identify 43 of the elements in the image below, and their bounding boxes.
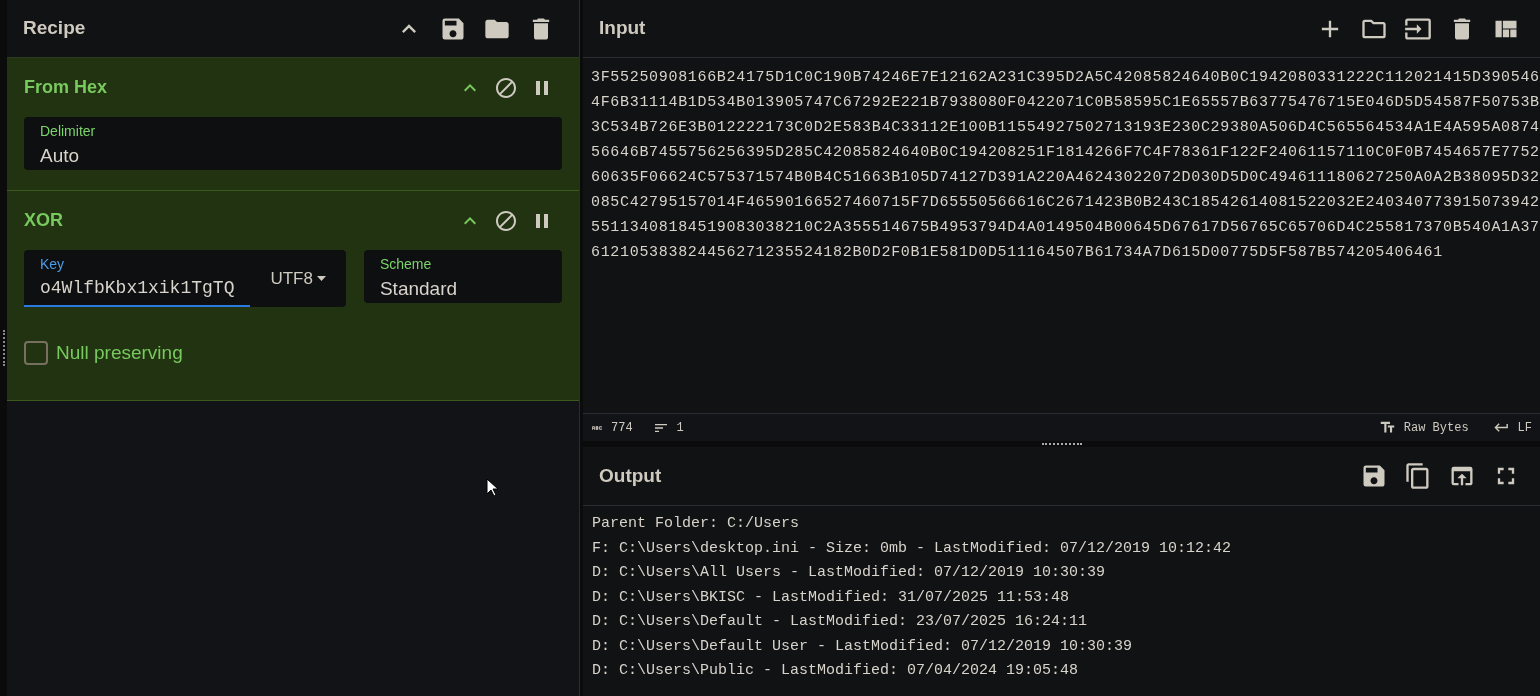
resize-handle[interactable] [2,330,5,366]
input-text-line: 56646B7455756256395D285C42085824640B0C194208251F1814266F7C4F78361F122F24061157110C0F0B7454657E7752 [591,143,1540,163]
operation-title: From Hex [24,76,109,99]
checkbox-label: Null preserving [56,341,183,365]
input-text-line: 3F55250908166B24175D1C0C190B74246E7E12162A231C395D2A5C42085824640B0C1942080331222C112021415D390546 [591,68,1540,88]
mouse-pointer-icon [486,478,498,497]
output-text-line: Parent Folder: C:/Users [592,514,800,534]
text-field[interactable]: Scheme Standard [363,250,562,303]
text-field[interactable]: Delimiter Auto [24,117,562,170]
input-text-line: 60635F06624C575371574B0B4C51663B105D74127D391A220A46243022072D030D5D0C494611180627250A0A2B38095D32 [591,168,1540,188]
input-text-line: 3C534B726E3B012222173C0D2E583B4C33112E100B11554927502713193E230C29380A506D4C565564534A1E4A595A0874 [591,118,1540,138]
disable-icon[interactable] [494,75,518,100]
panel-title: Recipe [23,16,87,41]
field-label: Key [40,255,66,274]
encoding-dropdown[interactable]: UTF8 [250,250,346,307]
output-text-line: D: C:\Users\Default User - LastModified: 07/12/2019 10:30:39 [592,636,1133,657]
field-value: Auto [40,144,81,168]
input-text-line: 55113408184519083038210C2A355514675B4953794D4A0149504B00645D67617D56765C65706D4C255817370B540A1A37 [591,218,1540,238]
checkbox[interactable] [24,341,48,366]
output-text-line: D: C:\Users\Public - LastModified: 07/04/2024 19:05:48 [592,661,1079,681]
resize-handle[interactable] [1041,443,1082,445]
field-value: Standard [379,277,459,301]
operation-title: XOR [24,209,64,232]
caret-icon [316,276,326,281]
output-text-line: F: C:\Users\desktop.ini - Size: 0mb - LastModified: 07/12/2019 10:12:42 [592,538,1232,559]
field-label: Scheme [379,255,433,274]
output-text-line: D: C:\Users\Default - LastModified: 23/07/2025 16:24:11 [592,612,1088,632]
encoding-button[interactable]: Raw Bytes [1403,418,1469,437]
disable-icon[interactable] [494,208,518,233]
input-text-line: 4F6B31114B1D534B013905747C67292E221B7938080F0422071C0B58595C1E65557B63775476715E046D5D54587F50753B [591,93,1540,113]
copy-icon[interactable] [1404,462,1432,490]
panel-title: Output [599,463,663,488]
line-count: 1 [676,419,684,437]
output-text-line: D: C:\Users\BKISC - LastModified: 31/07/2025 11:53:48 [592,587,1070,608]
output-text-line: D: C:\Users\All Users - LastModified: 07/12/2019 10:30:39 [592,563,1106,583]
input-text-line: 612105383824456271235524182B0D2F0B1E581D0D511164507B61734A7D615D00775D5F587B574205406461 [591,243,1443,263]
line-ending-button[interactable]: LF [1517,418,1532,437]
character-count: 774 [611,419,633,437]
input-text-line: 085C42795157014F46590166527460715F7D65550566616C2671423B0B243C18542614081522032E240340773915073942 [591,193,1540,213]
field-label: Delimiter [40,122,97,141]
field-value: o4WlfbKbx1xik1TgTQ [40,277,235,300]
key-field[interactable]: Key o4WlfbKbx1xik1TgTQ UTF8 [24,250,346,307]
panel-title: Input [599,16,647,41]
